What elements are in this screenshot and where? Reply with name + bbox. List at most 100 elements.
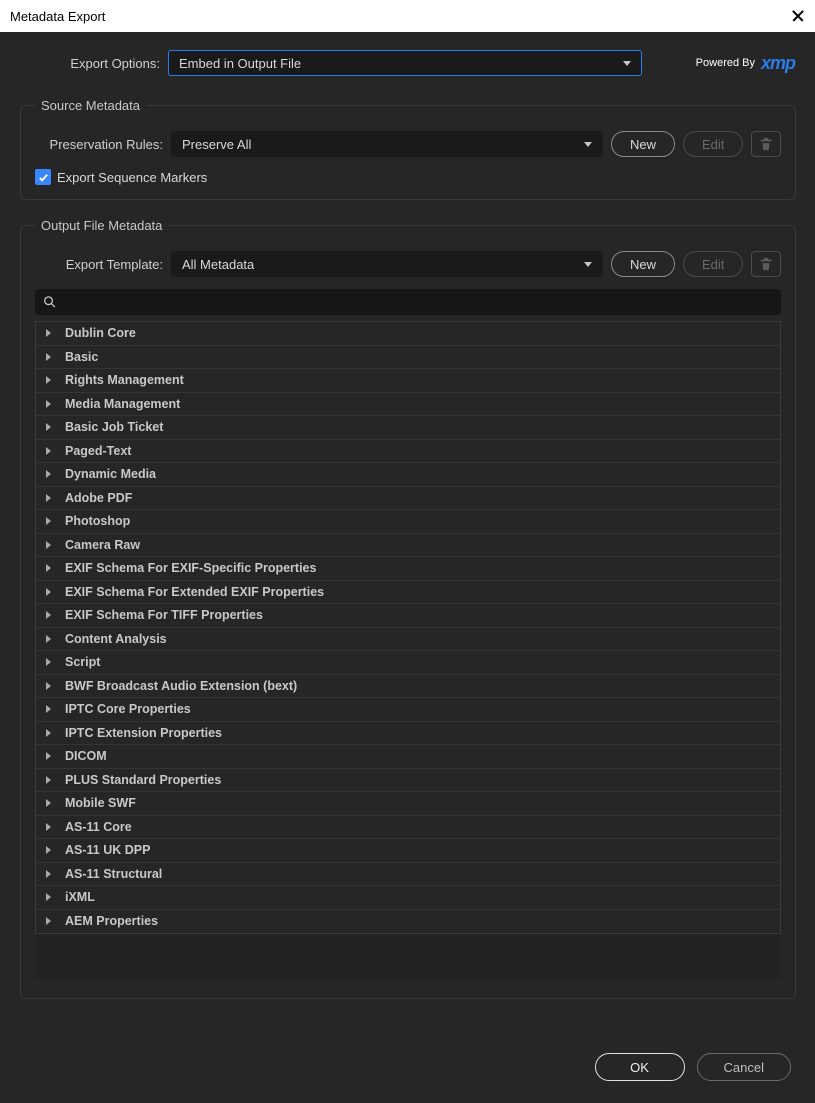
chevron-right-icon [46,846,51,854]
schema-item-label: IPTC Extension Properties [65,726,222,740]
chevron-right-icon [46,517,51,525]
schema-list: Dublin CoreBasic Rights Management Media M… [35,321,781,934]
schema-item[interactable]: Basic [36,346,780,370]
schema-item-label: Paged-Text [65,444,131,458]
schema-item-label: DICOM [65,749,107,763]
chevron-right-icon [46,917,51,925]
schema-item[interactable]: DICOM [36,745,780,769]
schema-item-label: AS-11 Structural [65,867,162,881]
export-options-row: Export Options: Embed in Output File Pow… [20,50,795,76]
schema-item[interactable]: Basic Job Ticket [36,416,780,440]
schema-item[interactable]: Rights Management [36,369,780,393]
schema-item-label: AS-11 UK DPP [65,843,150,857]
preservation-rules-label: Preservation Rules: [35,137,163,152]
schema-item-label: Mobile SWF [65,796,136,810]
schema-item[interactable]: PLUS Standard Properties [36,769,780,793]
export-sequence-markers-checkbox[interactable] [35,169,51,185]
source-delete-button [751,131,781,157]
schema-item-label: Content Analysis [65,632,167,646]
chevron-right-icon [46,470,51,478]
chevron-right-icon [46,400,51,408]
output-new-button[interactable]: New [611,251,675,277]
export-options-select[interactable]: Embed in Output File [168,50,642,76]
cancel-button[interactable]: Cancel [697,1053,791,1081]
schema-item[interactable]: EXIF Schema For EXIF-Specific Properties [36,557,780,581]
schema-item[interactable]: Script [36,651,780,675]
chevron-right-icon [46,541,51,549]
dialog-content: Export Options: Embed in Output File Pow… [0,32,815,1035]
trash-icon [759,257,773,271]
source-metadata-group: Source Metadata Preservation Rules: Pres… [20,98,796,200]
chevron-right-icon [46,705,51,713]
export-template-row: Export Template: All Metadata New Edit [35,251,781,277]
trash-icon [759,137,773,151]
schema-item[interactable]: AS-11 UK DPP [36,839,780,863]
chevron-down-icon [623,61,631,66]
schema-item-label: Media Management [65,397,180,411]
preservation-rules-select[interactable]: Preserve All [171,131,603,157]
schema-item[interactable]: Adobe PDF [36,487,780,511]
chevron-right-icon [46,494,51,502]
ok-button[interactable]: OK [595,1053,685,1081]
schema-item[interactable]: EXIF Schema For Extended EXIF Properties [36,581,780,605]
schema-item[interactable]: Mobile SWF [36,792,780,816]
schema-searchbox[interactable] [35,289,781,315]
chevron-right-icon [46,799,51,807]
schema-item[interactable]: AS-11 Structural [36,863,780,887]
chevron-right-icon [46,776,51,784]
schema-item[interactable]: Media Management [36,393,780,417]
schema-item-label: BWF Broadcast Audio Extension (bext) [65,679,297,693]
export-template-select[interactable]: All Metadata [171,251,603,277]
schema-item-label: iXML [65,890,95,904]
chevron-right-icon [46,729,51,737]
output-delete-button [751,251,781,277]
schema-item[interactable]: Dublin Core [36,322,780,346]
schema-item[interactable]: IPTC Extension Properties [36,722,780,746]
schema-item[interactable]: Paged-Text [36,440,780,464]
checkmark-icon [38,172,49,183]
preservation-rules-row: Preservation Rules: Preserve All New Edi… [35,131,781,157]
output-file-metadata-group: Output File Metadata Export Template: Al… [20,218,796,999]
close-icon[interactable] [791,9,805,23]
source-new-button[interactable]: New [611,131,675,157]
chevron-down-icon [584,262,592,267]
chevron-right-icon [46,635,51,643]
chevron-right-icon [46,682,51,690]
chevron-right-icon [46,752,51,760]
schema-item[interactable]: AS-11 Core [36,816,780,840]
chevron-right-icon [46,893,51,901]
chevron-right-icon [46,423,51,431]
schema-item[interactable]: AEM Properties [36,910,780,934]
search-icon [43,295,57,309]
schema-item[interactable]: iXML [36,886,780,910]
export-sequence-markers-label: Export Sequence Markers [57,170,207,185]
schema-item[interactable]: Content Analysis [36,628,780,652]
chevron-right-icon [46,823,51,831]
output-edit-button: Edit [683,251,743,277]
schema-search-input[interactable] [63,295,774,310]
schema-item-label: Rights Management [65,373,184,387]
schema-item-label: PLUS Standard Properties [65,773,221,787]
schema-item[interactable]: Camera Raw [36,534,780,558]
chevron-right-icon [46,588,51,596]
chevron-right-icon [46,658,51,666]
titlebar: Metadata Export [0,0,815,32]
window-title: Metadata Export [10,9,105,24]
schema-item[interactable]: Dynamic Media [36,463,780,487]
export-sequence-markers-row[interactable]: Export Sequence Markers [35,169,781,185]
schema-item[interactable]: IPTC Core Properties [36,698,780,722]
chevron-right-icon [46,353,51,361]
powered-by-label: Powered By [696,57,755,69]
schema-item[interactable]: EXIF Schema For TIFF Properties [36,604,780,628]
schema-item-label: IPTC Core Properties [65,702,191,716]
export-options-value: Embed in Output File [179,56,301,71]
export-options-label: Export Options: [20,56,160,71]
schema-item-label: Basic Job Ticket [65,420,163,434]
chevron-right-icon [46,447,51,455]
dialog-button-row: OK Cancel [0,1035,815,1099]
chevron-right-icon [46,870,51,878]
schema-item[interactable]: BWF Broadcast Audio Extension (bext) [36,675,780,699]
xmp-logo: xmp [761,53,795,74]
schema-item[interactable]: Photoshop [36,510,780,534]
preservation-rules-value: Preserve All [182,137,251,152]
